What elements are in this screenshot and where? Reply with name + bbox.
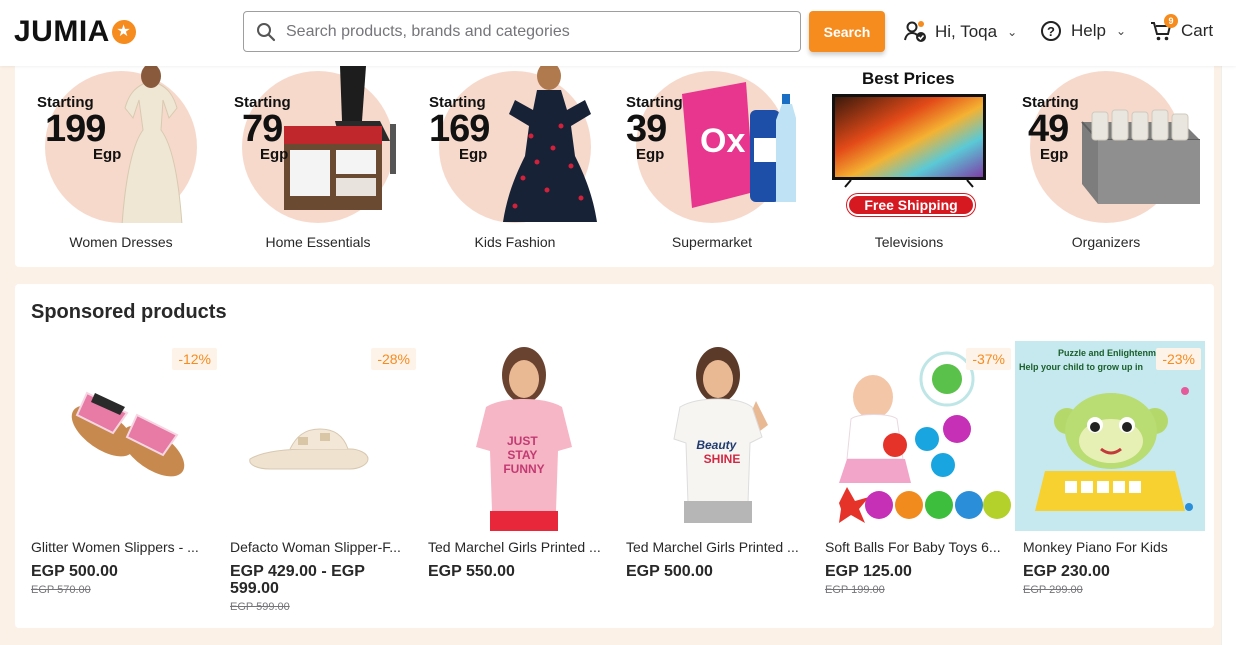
tshirt-print: Beauty SHINE xyxy=(696,438,740,466)
product-price: EGP 500.00 xyxy=(31,563,118,580)
product-name[interactable]: Soft Balls For Baby Toys 6... xyxy=(825,539,1013,555)
product-name[interactable]: Ted Marchel Girls Printed ... xyxy=(428,539,616,555)
cart-icon-wrap: 9 xyxy=(1150,14,1178,42)
logo-text: JUMIA xyxy=(14,15,110,48)
discount-badge: -37% xyxy=(966,348,1011,370)
product-price: EGP 429.00 - EGP 599.00 xyxy=(230,563,365,597)
detergent-image: Ox xyxy=(682,82,796,208)
product-name[interactable]: Monkey Piano For Kids xyxy=(1023,539,1211,555)
tv-image xyxy=(832,94,986,188)
account-menu[interactable]: Hi, Toqa ⌄ xyxy=(903,20,1017,44)
category-strip: Starting 199 Egp Women Dresses Starting … xyxy=(15,66,1214,267)
category-women-dresses[interactable]: Starting 199 Egp Women Dresses xyxy=(15,66,197,266)
image-text-line1: Puzzle and Enlightenm xyxy=(1058,348,1156,358)
product-card[interactable]: -28% Defacto Woman Slipper-F... EGP 429.… xyxy=(230,341,420,621)
dress-model-image xyxy=(121,66,183,223)
cart-button[interactable]: 9 Cart xyxy=(1150,14,1214,42)
product-name[interactable]: Ted Marchel Girls Printed ... xyxy=(626,539,814,555)
product-name[interactable]: Glitter Women Slippers - ... xyxy=(31,539,219,555)
discount-badge: -28% xyxy=(371,348,416,370)
search-icon xyxy=(257,22,276,41)
product-price: EGP 550.00 xyxy=(428,563,515,580)
tshirt-print-line: JUST xyxy=(507,434,538,448)
chevron-down-icon: ⌄ xyxy=(1007,25,1018,39)
chevron-down-icon: ⌄ xyxy=(1115,24,1127,38)
svg-text:Ox: Ox xyxy=(700,122,745,160)
product-card[interactable]: JUST STAY FUNNY Ted Marchel Girls Printe… xyxy=(428,341,618,621)
category-label: Women Dresses xyxy=(69,234,173,250)
free-shipping-badge: Free Shipping xyxy=(847,194,975,216)
category-kids-fashion[interactable]: Starting 169 Egp Kids Fashion xyxy=(409,66,597,266)
product-card[interactable]: -12% Glitter Women Slippers - ... EGP 50… xyxy=(31,341,221,621)
tshirt-print-line: FUNNY xyxy=(503,462,544,476)
cart-count-badge: 9 xyxy=(1164,14,1178,28)
sponsored-products-section: Sponsored products -12% Glitter Women Sl… xyxy=(15,284,1214,628)
discount-badge: -23% xyxy=(1156,348,1201,370)
tshirt-print-line: Beauty xyxy=(696,438,737,452)
tshirt-print-line: STAY xyxy=(507,448,537,462)
product-image[interactable]: Beauty SHINE xyxy=(626,341,816,531)
product-old-price: EGP 599.00 xyxy=(230,601,290,613)
tshirt-print-line: SHINE xyxy=(704,452,741,466)
search-button[interactable]: Search xyxy=(809,11,885,52)
category-tagline: Best Prices xyxy=(862,69,955,88)
product-card[interactable]: Puzzle and Enlightenm Help your child to… xyxy=(1015,341,1205,621)
category-label: Televisions xyxy=(874,234,944,250)
help-menu[interactable]: ? Help ⌄ xyxy=(1040,20,1126,42)
category-price: 49 xyxy=(1028,108,1069,150)
help-icon: ? xyxy=(1041,21,1061,41)
category-televisions[interactable]: Best Prices Free Shipping Televisions xyxy=(803,66,986,266)
product-old-price: EGP 299.00 xyxy=(1023,584,1083,596)
category-unit: Egp xyxy=(93,146,122,163)
page-right-edge xyxy=(1221,0,1236,645)
category-unit: Egp xyxy=(459,146,488,163)
top-header: JUMIA ★ Search Hi, Toqa ⌄ ? Help ⌄ xyxy=(0,0,1236,66)
image-text-line2: Help your child to grow up in xyxy=(1019,362,1143,372)
section-title: Sponsored products xyxy=(31,301,227,323)
search-input[interactable] xyxy=(286,22,766,41)
user-check-icon xyxy=(904,21,926,42)
category-price: 169 xyxy=(429,108,490,150)
product-price: EGP 500.00 xyxy=(626,563,713,580)
category-label: Kids Fashion xyxy=(474,234,556,250)
category-unit: Egp xyxy=(260,146,289,163)
product-old-price: EGP 570.00 xyxy=(31,584,91,596)
product-card[interactable]: Beauty SHINE Ted Marchel Girls Printed .… xyxy=(626,341,816,621)
category-label: Supermarket xyxy=(671,234,753,250)
girl-pink-tshirt-image: JUST STAY FUNNY xyxy=(476,347,572,531)
account-label: Hi, Toqa xyxy=(935,22,998,41)
product-name[interactable]: Defacto Woman Slipper-F... xyxy=(230,539,418,555)
jumia-logo[interactable]: JUMIA ★ xyxy=(14,15,136,49)
category-label: Home Essentials xyxy=(265,234,371,250)
product-price: EGP 125.00 xyxy=(825,563,912,580)
category-label: Organizers xyxy=(1071,234,1141,250)
discount-badge: -12% xyxy=(172,348,217,370)
organizer-box-image xyxy=(1081,109,1200,204)
kid-dress-image xyxy=(503,66,597,222)
category-organizers[interactable]: Starting 49 Egp Organizers xyxy=(1000,66,1200,266)
product-old-price: EGP 199.00 xyxy=(825,584,885,596)
category-price: 199 xyxy=(45,108,106,150)
category-home-essentials[interactable]: Starting 79 Egp Home Essentials xyxy=(212,66,396,266)
product-price: EGP 230.00 xyxy=(1023,563,1110,580)
product-image[interactable]: JUST STAY FUNNY xyxy=(428,341,618,531)
star-logo-icon: ★ xyxy=(111,20,136,44)
category-unit: Egp xyxy=(636,146,665,163)
tshirt-print: JUST STAY FUNNY xyxy=(503,434,544,476)
furniture-image xyxy=(284,66,396,210)
product-card[interactable]: -37% Soft Balls For Baby Toys 6... EGP 1… xyxy=(825,341,1015,621)
cart-label: Cart xyxy=(1181,21,1214,40)
girl-white-tshirt-image: Beauty SHINE xyxy=(673,347,768,523)
category-price: 79 xyxy=(242,108,283,150)
category-price: 39 xyxy=(626,108,667,150)
search-box[interactable] xyxy=(243,11,801,52)
category-unit: Egp xyxy=(1040,146,1069,163)
help-label: Help xyxy=(1071,21,1106,40)
svg-text:?: ? xyxy=(1047,24,1055,39)
category-supermarket[interactable]: Ox Starting 39 Egp Supermarket xyxy=(606,66,796,266)
